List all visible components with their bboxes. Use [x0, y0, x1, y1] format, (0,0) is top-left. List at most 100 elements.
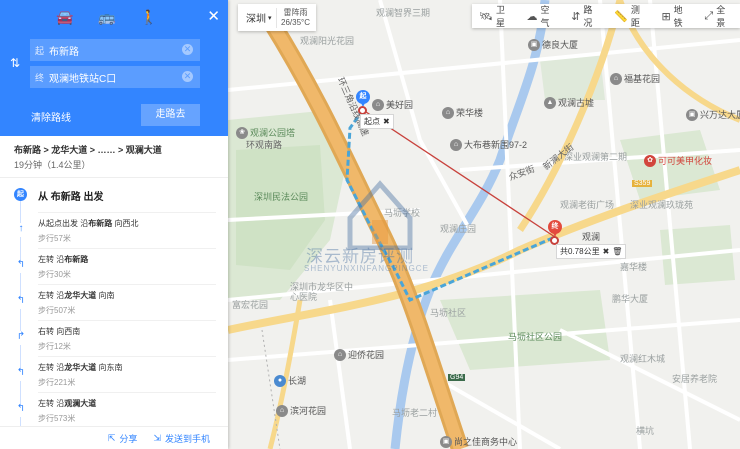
satellite-button[interactable]: 🛰 卫星: [472, 4, 520, 28]
travel-mode-tabs: 🚘 🚌 🚶: [0, 0, 228, 34]
poi[interactable]: 观澜老街广场: [560, 198, 614, 211]
tab-walk[interactable]: 🚶: [128, 9, 170, 26]
home-icon: ⌂: [610, 72, 622, 85]
poi[interactable]: 安居养老院: [672, 372, 717, 385]
poi[interactable]: 鹏华大厦: [612, 292, 648, 305]
cloud-icon: ☁: [526, 10, 538, 23]
poi[interactable]: 深圳市龙华区中心医院: [290, 282, 360, 302]
home-icon: ⌂: [442, 106, 454, 119]
poi[interactable]: 马坜老二村: [392, 406, 437, 419]
shop-icon: ✿: [644, 154, 656, 167]
poi[interactable]: 观澜红木城: [620, 352, 665, 365]
building-icon: ▣: [528, 38, 540, 51]
turn-left-icon: ↰: [16, 403, 26, 417]
traffic-button[interactable]: ⇵ 路况: [564, 4, 607, 28]
clear-start-icon[interactable]: ✕: [182, 44, 193, 55]
poi[interactable]: 马坜社区: [430, 306, 466, 319]
home-icon: ⌂: [276, 404, 288, 417]
tab-drive[interactable]: 🚘: [44, 9, 86, 26]
poi[interactable]: ⌂ 迎侨花园: [334, 348, 384, 361]
start-badge: 起: [14, 188, 27, 201]
walk-go-button[interactable]: 走路去: [141, 104, 200, 126]
start-field[interactable]: 起 布新路 ✕: [30, 39, 200, 61]
poi[interactable]: 富宏花园: [232, 298, 268, 311]
route-summary[interactable]: 布新路 > 龙华大道 > …… > 观澜大道 19分钟（1.4公里）: [0, 136, 228, 178]
trash-icon[interactable]: 🗑: [612, 247, 622, 256]
landmark-icon: ▲: [544, 96, 556, 109]
walk-icon: 🚶: [140, 8, 158, 25]
car-icon: 🚘: [56, 8, 74, 25]
poi[interactable]: 嘉华楼: [620, 260, 647, 273]
poi[interactable]: ⌂ 滨河花园: [276, 404, 326, 417]
straight-arrow-icon: ↑: [16, 223, 26, 237]
panel-footer: ⇱ 分享 ⇲ 发送到手机: [0, 426, 228, 449]
share-icon: ⇱: [107, 432, 116, 443]
swap-icon: ⇅: [10, 56, 21, 70]
bus-icon: 🚌: [98, 8, 116, 25]
poi[interactable]: 马坜学校: [384, 206, 420, 219]
measure-button[interactable]: 📏 测距: [607, 4, 654, 28]
poi[interactable]: ❀ 观澜公园塔: [236, 126, 295, 139]
swap-points-button[interactable]: ⇅: [10, 56, 20, 70]
end-label: 终: [35, 72, 45, 83]
poi[interactable]: ▣ 尚之佳商务中心: [440, 435, 517, 448]
route-step[interactable]: ↑ 从起点出发 沿布新路 向西北 步行57米: [16, 212, 216, 248]
satellite-icon: 🛰: [479, 10, 493, 23]
close-icon[interactable]: ✖: [383, 117, 390, 126]
poi[interactable]: ⌂ 美好园: [372, 98, 413, 111]
poi[interactable]: 观澜: [582, 230, 600, 243]
distance-tag[interactable]: 共0.78公里 ✖ 🗑: [556, 244, 627, 259]
close-icon[interactable]: ✖: [603, 247, 610, 256]
poi[interactable]: ⌂ 大布巷新围97-2: [450, 138, 527, 151]
city-name[interactable]: 深圳 ▾: [238, 10, 276, 25]
poi[interactable]: 深圳民法公园: [254, 190, 308, 203]
turn-left-icon: ↰: [16, 259, 26, 273]
chevron-down-icon: ▾: [268, 14, 272, 22]
clear-route-link[interactable]: 清除路线: [31, 109, 71, 124]
route-meta: 19分钟（1.4公里）: [14, 160, 91, 170]
subway-icon: ⊞: [661, 10, 671, 23]
poi[interactable]: 横坑: [636, 424, 654, 437]
poi[interactable]: ▲ 观澜古墟: [544, 96, 594, 109]
send-to-phone-button[interactable]: ⇲ 发送到手机: [153, 432, 210, 445]
start-label: 起: [35, 45, 45, 56]
route-step[interactable]: ↱ 右转 向西南 步行12米: [16, 320, 216, 356]
start-value: 布新路: [49, 46, 80, 58]
poi[interactable]: ⌂ 荣华楼: [442, 106, 483, 119]
poi[interactable]: 观澜阳光花园: [300, 34, 354, 47]
poi[interactable]: 观澜庄园: [440, 222, 476, 235]
poi[interactable]: 马坜社区公园: [508, 330, 562, 343]
share-button[interactable]: ⇱ 分享: [108, 432, 138, 445]
route-panel: 🚘 🚌 🚶 ✕ ⇅ 起 布新路 ✕ 终 观澜地铁站C口 ✕ 清除路线 走路去 布…: [0, 0, 228, 449]
poi[interactable]: ▣兴万达大厦: [686, 108, 740, 121]
close-panel-button[interactable]: ✕: [207, 9, 220, 24]
route-steps: 起 从 布新路 出发 ↑ 从起点出发 沿布新路 向西北 步行57米 ↰ 左转 沿…: [0, 178, 228, 428]
turn-left-icon: ↰: [16, 295, 26, 309]
end-field[interactable]: 终 观澜地铁站C口 ✕: [30, 66, 200, 88]
map-toolbar: 🛰 卫星 ☁ 空气 ⇵ 路况 📏 测距 ⊞ 地铁 ⤢ 全景: [472, 4, 740, 28]
air-quality-button[interactable]: ☁ 空气: [520, 4, 565, 28]
tab-bus[interactable]: 🚌: [86, 9, 128, 26]
route-step[interactable]: ↰ 左转 沿观澜大道 步行573米: [16, 392, 216, 428]
subway-button[interactable]: ⊞ 地铁: [654, 4, 697, 28]
clear-end-icon[interactable]: ✕: [182, 71, 193, 82]
route-step[interactable]: ↰ 左转 沿布新路 步行30米: [16, 248, 216, 284]
poi[interactable]: 观澜智界三期: [376, 6, 430, 19]
fullscreen-icon: ⤢: [704, 9, 714, 22]
poi[interactable]: 深业观澜第二期: [564, 150, 627, 163]
home-icon: ⌂: [372, 98, 384, 111]
poi[interactable]: ● 长湖: [274, 374, 306, 387]
home-icon: ⌂: [334, 348, 346, 361]
route-step[interactable]: ↰ 左转 沿龙华大道 向东南 步行221米: [16, 356, 216, 392]
poi[interactable]: ⌂ 福基花园: [610, 72, 660, 85]
poi[interactable]: ✿ 可可美甲化妆: [644, 154, 712, 167]
turn-left-icon: ↰: [16, 367, 26, 381]
ruler-icon: 📏: [614, 10, 628, 23]
poi[interactable]: 深业观澜玖珑苑: [630, 198, 693, 211]
station-icon: ●: [274, 374, 286, 387]
poi[interactable]: ▣ 德良大厦: [528, 38, 578, 51]
route-step[interactable]: ↰ 左转 沿龙华大道 向南 步行507米: [16, 284, 216, 320]
city-selector[interactable]: 深圳 ▾ 雷阵雨 26/35°C: [238, 4, 316, 31]
fullscreen-button[interactable]: ⤢ 全景: [697, 4, 740, 28]
start-tag[interactable]: 起点 ✖: [360, 114, 394, 129]
